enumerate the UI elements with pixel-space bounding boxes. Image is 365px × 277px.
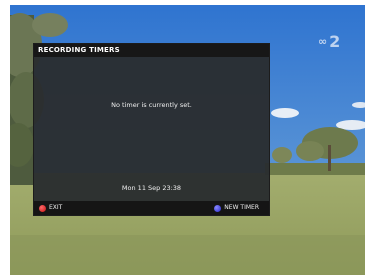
red-button-icon (39, 204, 46, 212)
exit-button[interactable]: EXIT (39, 201, 62, 215)
blue-button-icon (214, 204, 222, 212)
new-timer-button[interactable]: NEW TIMER (214, 201, 259, 215)
empty-state-message: No timer is currently set. (111, 101, 192, 109)
distant-treeline (265, 163, 365, 175)
channel-number: 2 (329, 32, 341, 51)
recording-timers-panel: RECORDING TIMERS No timer is currently s… (33, 43, 270, 216)
abc-lissajous-icon: ∞ (318, 35, 328, 48)
panel-title: RECORDING TIMERS (34, 44, 269, 57)
exit-label: EXIT (49, 204, 63, 211)
new-timer-label: NEW TIMER (224, 204, 259, 211)
current-datetime: Mon 11 Sep 23:38 (121, 184, 182, 192)
channel-logo: ∞ 2 (318, 32, 340, 51)
broadcast-frame: ∞ 2 RECORDING TIMERS No timer is currentl… (10, 5, 365, 275)
tv-screen: ∞ 2 RECORDING TIMERS No timer is currentl… (0, 0, 365, 277)
grass-shadow (10, 235, 365, 275)
cloud (271, 108, 299, 118)
panel-footer: EXIT NEW TIMER (34, 201, 269, 215)
